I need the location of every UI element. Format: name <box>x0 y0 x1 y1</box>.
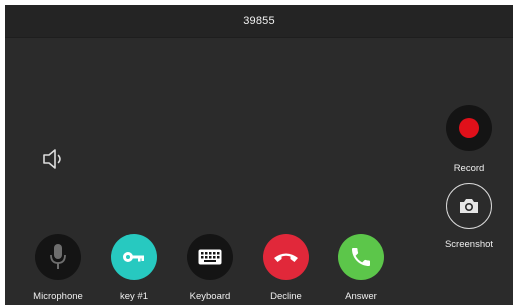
keyboard-button[interactable] <box>187 234 233 280</box>
intercom-call-screen: 39855 Record Screenshot Microphone key #… <box>5 5 513 305</box>
caller-id: 39855 <box>243 15 275 27</box>
decline-button[interactable] <box>263 234 309 280</box>
key-button[interactable] <box>111 234 157 280</box>
record-dot-icon <box>459 118 479 138</box>
record-label: Record <box>453 163 485 174</box>
phone-hangup-icon <box>273 250 299 264</box>
screenshot-button[interactable] <box>446 183 492 229</box>
key-icon <box>122 250 146 264</box>
phone-answer-icon <box>349 245 373 269</box>
microphone-button[interactable] <box>35 234 81 280</box>
record-button[interactable] <box>446 105 492 151</box>
screenshot-label: Screenshot <box>444 239 494 250</box>
answer-button[interactable] <box>338 234 384 280</box>
speaker-icon[interactable] <box>41 146 67 172</box>
camera-icon <box>458 197 480 215</box>
answer-label: Answer <box>345 291 377 302</box>
microphone-icon <box>47 242 69 272</box>
keyboard-icon <box>198 249 222 265</box>
title-bar: 39855 <box>5 5 513 38</box>
